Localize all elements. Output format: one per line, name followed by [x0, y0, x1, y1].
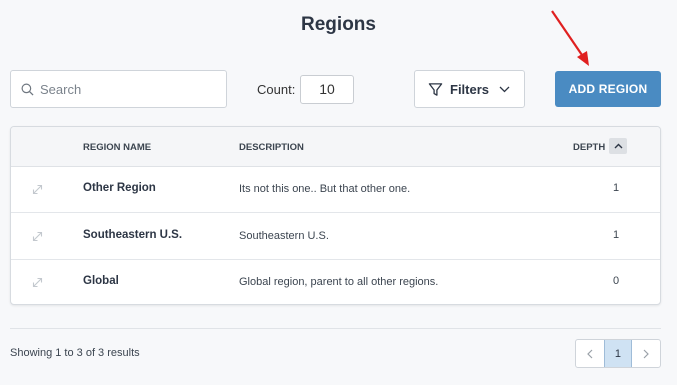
expand-arrows-icon[interactable]: [32, 277, 43, 288]
region-description: Its not this one.. But that other one.: [239, 183, 411, 195]
region-depth: 1: [612, 229, 620, 241]
chevron-left-icon: [586, 349, 593, 358]
region-depth: 0: [612, 275, 620, 287]
results-summary: Showing 1 to 3 of 3 results: [10, 347, 140, 359]
column-header-description[interactable]: DESCRIPTION: [239, 142, 304, 153]
table-row[interactable]: Global Global region, parent to all othe…: [11, 260, 660, 304]
chevron-down-icon: [499, 86, 510, 92]
chevron-up-icon: [614, 143, 622, 149]
page-button-current[interactable]: 1: [603, 340, 633, 367]
sort-depth-button[interactable]: [609, 138, 627, 154]
filters-label: Filters: [450, 81, 490, 97]
pagination: 1: [575, 339, 661, 368]
region-name: Other Region: [83, 182, 156, 194]
column-header-region-name[interactable]: REGION NAME: [83, 142, 151, 153]
footer-divider: [10, 328, 661, 329]
search-box[interactable]: [10, 70, 227, 108]
table-header: REGION NAME DESCRIPTION DEPTH: [11, 127, 660, 167]
chevron-right-icon: [643, 349, 650, 358]
next-page-button[interactable]: [632, 340, 660, 367]
regions-table: REGION NAME DESCRIPTION DEPTH Other Regi…: [10, 126, 661, 305]
expand-arrows-icon[interactable]: [32, 184, 43, 195]
region-depth: 1: [612, 182, 620, 194]
region-name: Southeastern U.S.: [83, 229, 183, 241]
filter-icon: [428, 82, 443, 96]
add-region-button[interactable]: ADD REGION: [555, 71, 661, 107]
region-name: Global: [83, 275, 119, 287]
column-header-depth[interactable]: DEPTH: [573, 142, 605, 153]
annotation-arrow-icon: [551, 10, 589, 66]
search-input[interactable]: [40, 81, 210, 97]
search-icon: [21, 83, 34, 96]
table-row[interactable]: Southeastern U.S. Southeastern U.S. 1: [11, 214, 660, 260]
table-row[interactable]: Other Region Its not this one.. But that…: [11, 167, 660, 213]
filters-button[interactable]: Filters: [414, 70, 525, 108]
region-description: Southeastern U.S.: [239, 230, 329, 242]
count-label: Count:: [257, 82, 296, 97]
expand-arrows-icon[interactable]: [32, 231, 43, 242]
prev-page-button[interactable]: [576, 340, 604, 367]
region-description: Global region, parent to all other regio…: [239, 276, 439, 288]
count-input[interactable]: 10: [300, 75, 354, 104]
